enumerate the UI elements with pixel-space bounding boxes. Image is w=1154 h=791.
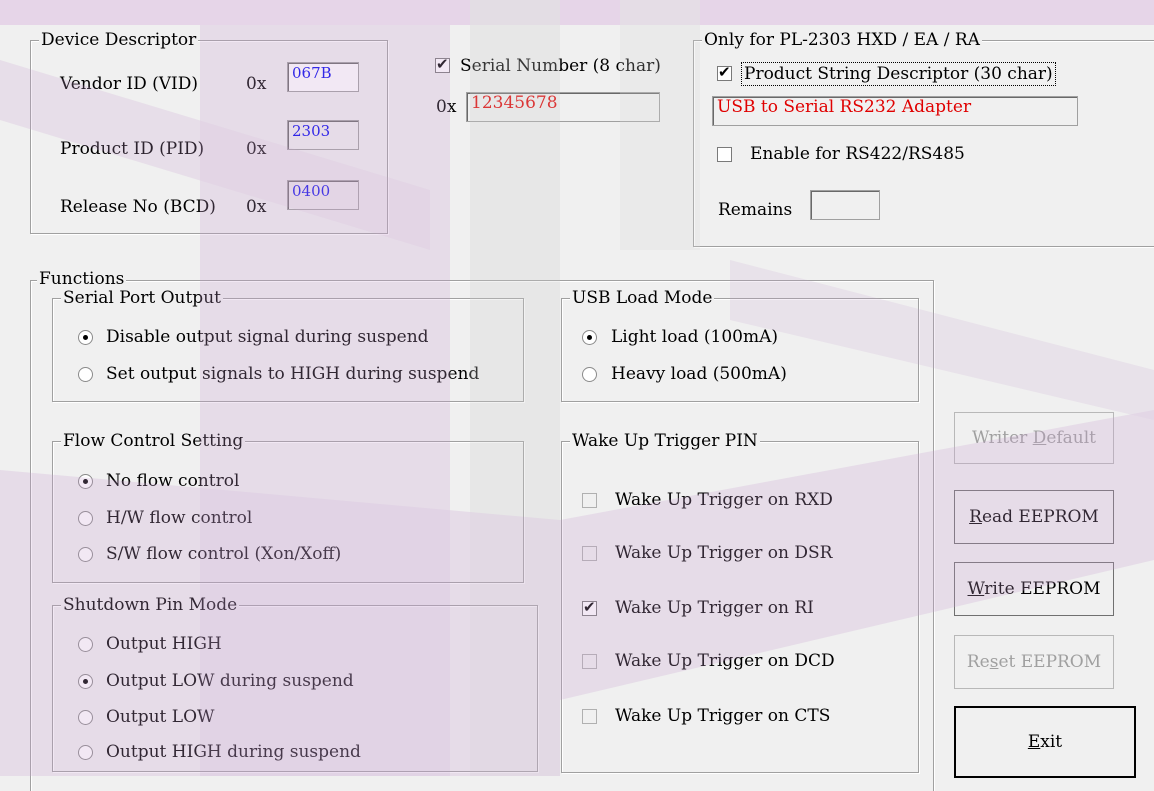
remains-field (810, 190, 880, 220)
writer-default-button[interactable]: Writer Default (954, 412, 1114, 464)
hw-flow-control-label: H/W flow control (106, 508, 253, 528)
read-eeprom-button[interactable]: Read EEPROM (954, 490, 1114, 544)
pl2303-title: Only for PL-2303 HXD / EA / RA (702, 30, 982, 50)
serial-number-input[interactable]: 12345678 (466, 92, 660, 122)
disable-output-label: Disable output signal during suspend (106, 327, 429, 347)
heavy-load-radio[interactable] (582, 367, 597, 382)
wake-rxd-checkbox[interactable] (582, 493, 597, 508)
sw-flow-control-label: S/W flow control (Xon/Xoff) (106, 544, 342, 564)
vid-input[interactable]: 067B (287, 62, 359, 92)
pid-label: Product ID (PID) (60, 139, 205, 159)
release-input[interactable]: 0400 (287, 180, 359, 210)
release-prefix: 0x (246, 197, 267, 217)
output-low-suspend-radio[interactable] (78, 674, 93, 689)
output-low-label: Output LOW (106, 707, 215, 727)
wake-dcd-checkbox[interactable] (582, 654, 597, 669)
set-output-high-label: Set output signals to HIGH during suspen… (106, 364, 480, 384)
wake-cts-label: Wake Up Trigger on CTS (615, 706, 831, 726)
output-high-label: Output HIGH (106, 634, 222, 654)
wake-ri-checkbox[interactable]: ✔ (582, 598, 597, 616)
shutdown-pin-title: Shutdown Pin Mode (61, 595, 240, 615)
disable-output-radio[interactable] (78, 330, 93, 345)
wake-up-trigger-title: Wake Up Trigger PIN (570, 431, 760, 451)
output-high-suspend-radio[interactable] (78, 745, 93, 760)
serial-number-label: Serial Number (8 char) (460, 56, 661, 76)
write-eeprom-label: Write EEPROM (967, 579, 1101, 599)
remains-label: Remains (718, 200, 793, 220)
sw-flow-control-radio[interactable] (78, 547, 93, 562)
set-output-high-radio[interactable] (78, 367, 93, 382)
vid-label: Vendor ID (VID) (60, 74, 199, 94)
serial-port-output-title: Serial Port Output (61, 288, 223, 308)
serial-number-checkbox[interactable]: ✔ (435, 55, 450, 73)
pid-input[interactable]: 2303 (287, 120, 359, 150)
no-flow-control-label: No flow control (106, 471, 240, 491)
output-low-radio[interactable] (78, 710, 93, 725)
wake-ri-label: Wake Up Trigger on RI (615, 598, 814, 618)
wake-dsr-checkbox[interactable] (582, 546, 597, 561)
hw-flow-control-radio[interactable] (78, 511, 93, 526)
rs422-label: Enable for RS422/RS485 (750, 144, 965, 164)
light-load-radio[interactable] (582, 330, 597, 345)
rs422-checkbox[interactable] (717, 147, 732, 162)
reset-eeprom-button[interactable]: Reset EEPROM (954, 635, 1114, 689)
check-mark-icon: ✔ (583, 598, 596, 616)
read-eeprom-label: Read EEPROM (969, 507, 1099, 527)
reset-eeprom-label: Reset EEPROM (966, 652, 1102, 672)
vid-prefix: 0x (246, 74, 267, 94)
usb-load-mode-title: USB Load Mode (570, 288, 715, 308)
wake-cts-checkbox[interactable] (582, 709, 597, 724)
heavy-load-label: Heavy load (500mA) (611, 364, 787, 384)
pid-prefix: 0x (246, 139, 267, 159)
usb-load-mode-group: USB Load Mode (561, 288, 919, 402)
product-string-input[interactable]: USB to Serial RS232 Adapter (712, 96, 1078, 126)
writer-default-label: Writer Default (971, 428, 1097, 448)
serial-port-output-group: Serial Port Output (52, 288, 524, 402)
product-string-checkbox[interactable]: ✔ (717, 63, 732, 81)
exit-label: Exit (1027, 732, 1063, 752)
exit-button[interactable]: Exit (954, 706, 1136, 778)
wake-rxd-label: Wake Up Trigger on RXD (615, 490, 833, 510)
wake-dcd-label: Wake Up Trigger on DCD (615, 651, 835, 671)
output-high-suspend-label: Output HIGH during suspend (106, 742, 361, 762)
device-descriptor-title: Device Descriptor (39, 30, 199, 50)
check-mark-icon: ✔ (718, 63, 731, 81)
light-load-label: Light load (100mA) (611, 327, 778, 347)
no-flow-control-radio[interactable] (78, 474, 93, 489)
write-eeprom-button[interactable]: Write EEPROM (954, 562, 1114, 616)
check-mark-icon: ✔ (436, 55, 449, 73)
wake-dsr-label: Wake Up Trigger on DSR (615, 543, 833, 563)
watermark-top-band (0, 0, 1154, 25)
serial-prefix: 0x (436, 97, 457, 117)
product-string-label: Product String Descriptor (30 char) (741, 62, 1056, 86)
watermark-grey-right (620, 0, 700, 250)
flow-control-title: Flow Control Setting (61, 431, 246, 451)
release-label: Release No (BCD) (60, 197, 216, 217)
output-high-radio[interactable] (78, 637, 93, 652)
functions-title: Functions (37, 269, 127, 289)
output-low-suspend-label: Output LOW during suspend (106, 671, 354, 691)
